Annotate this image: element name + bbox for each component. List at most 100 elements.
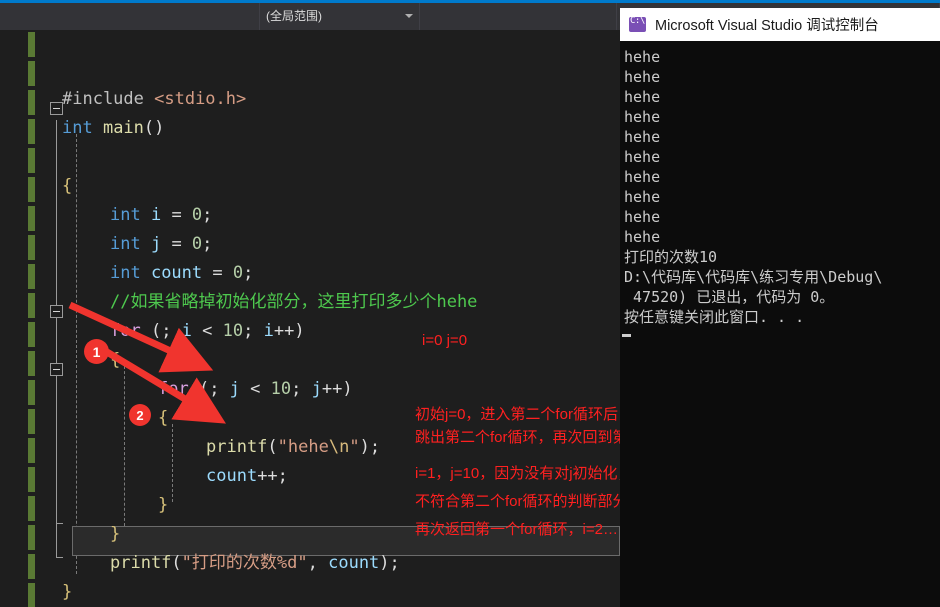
code-token: i: [150, 205, 162, 225]
console-title-text: Microsoft Visual Studio 调试控制台: [655, 18, 879, 34]
console-output-line: D:\代码库\代码库\练习专用\Debug\: [624, 268, 883, 286]
code-line: {: [110, 346, 120, 375]
code-token: printf: [110, 553, 172, 573]
code-line: int j = 0;: [110, 230, 212, 259]
console-app-icon: [629, 16, 646, 32]
code-token: ;: [202, 234, 213, 254]
console-output-line: hehe: [624, 148, 661, 166]
code-token: ;: [202, 205, 213, 225]
code-token: }: [110, 524, 121, 544]
console-output-line: hehe: [624, 128, 661, 146]
code-token: main: [102, 118, 144, 138]
annotation-block-4: 再次返回第一个for循环，i=2……: [415, 521, 633, 538]
code-line: printf("打印的次数%d", count);: [110, 549, 400, 578]
code-token: //如果省略掉初始化部分，这里打印多少个hehe: [110, 292, 478, 312]
scope-dropdown[interactable]: [0, 3, 260, 30]
code-line: }: [110, 520, 120, 549]
code-token: ;: [243, 321, 264, 341]
code-token: }: [62, 582, 73, 602]
code-token: i: [181, 321, 192, 341]
code-line: for (; j < 10; j++): [158, 375, 353, 404]
code-token: =: [161, 205, 192, 225]
code-line: for (; i < 10; i++): [110, 317, 305, 346]
code-token: (;: [198, 379, 230, 399]
code-token: (: [267, 437, 278, 457]
code-token: for: [158, 379, 199, 399]
code-token: j: [311, 379, 322, 399]
code-token: count: [206, 466, 258, 486]
code-line: #include <stdio.h>: [62, 85, 246, 114]
console-output-line: hehe: [624, 208, 661, 226]
code-token: {: [110, 350, 121, 370]
code-token: <stdio.h>: [154, 89, 247, 109]
code-token: int: [110, 263, 151, 283]
console-output-line: 按任意键关闭此窗口. . .: [624, 308, 805, 326]
toolbar-divider: [419, 3, 420, 30]
code-token: (): [143, 118, 165, 138]
code-token: );: [359, 437, 381, 457]
code-token: "打印的次数%d": [181, 553, 308, 573]
code-line: }: [62, 578, 72, 607]
console-output-line: 打印的次数10: [624, 248, 718, 266]
code-line: int i = 0;: [110, 201, 212, 230]
code-token: int: [62, 118, 103, 138]
toolbar-divider-2: [616, 3, 617, 30]
code-token: 0: [232, 263, 244, 283]
annotation-inline-0: i=0 j=0: [422, 332, 468, 349]
code-token: printf: [206, 437, 268, 457]
code-line: }: [158, 491, 168, 520]
member-dropdown-value: (全局范围): [266, 9, 322, 23]
code-token: =: [202, 263, 233, 283]
code-token: "hehe: [277, 437, 329, 457]
console-output-line: hehe: [624, 108, 661, 126]
code-token: \n: [328, 437, 350, 457]
debug-console-window[interactable]: Microsoft Visual Studio 调试控制台 hehehehehe…: [620, 8, 940, 607]
code-token: 0: [191, 234, 203, 254]
console-output-line: hehe: [624, 188, 661, 206]
code-line: count++;: [206, 462, 288, 491]
code-token: ;: [243, 263, 254, 283]
console-output-line: hehe: [624, 68, 661, 86]
code-line: int count = 0;: [110, 259, 253, 288]
code-token: ++): [321, 379, 353, 399]
code-token: int: [110, 234, 151, 254]
console-output-line: hehe: [624, 48, 661, 66]
chevron-down-icon[interactable]: [405, 14, 413, 18]
console-output-line: hehe: [624, 228, 661, 246]
console-title-bar[interactable]: Microsoft Visual Studio 调试控制台: [620, 8, 940, 41]
annotation-badge-1: 1: [84, 339, 109, 364]
code-token: <: [239, 379, 271, 399]
console-output: hehe hehe hehe hehe hehe hehe hehe hehe hehe hehe…: [620, 41, 940, 327]
code-token: (;: [150, 321, 182, 341]
code-token: j: [150, 234, 162, 254]
code-token: 0: [191, 205, 203, 225]
code-token: ++;: [257, 466, 288, 486]
code-token: ;: [291, 379, 312, 399]
code-token: ++): [273, 321, 305, 341]
annotation-badge-2: 2: [129, 404, 151, 426]
visual-studio-window: (全局范围) #include <stdio.h> int main() {i…: [0, 0, 940, 607]
code-token: i: [263, 321, 274, 341]
code-line: printf("hehe\n");: [206, 433, 380, 462]
code-token: 10: [222, 321, 244, 341]
code-token: j: [229, 379, 240, 399]
code-line: {: [158, 404, 168, 433]
code-token: count: [328, 553, 380, 573]
code-token: {: [158, 408, 169, 428]
code-token: {: [62, 176, 73, 196]
code-token: int: [110, 205, 151, 225]
scope-dropdown-value: [0, 9, 6, 23]
code-token: count: [150, 263, 203, 283]
code-line: {: [62, 172, 72, 201]
console-output-line: hehe: [624, 88, 661, 106]
code-line: //如果省略掉初始化部分，这里打印多少个hehe: [110, 288, 477, 317]
code-token: #include: [62, 89, 155, 109]
console-output-line: hehe: [624, 168, 661, 186]
code-line: int main(): [62, 114, 164, 143]
code-token: );: [379, 553, 400, 573]
code-token: }: [158, 495, 169, 515]
code-token: ": [349, 437, 360, 457]
code-token: (: [171, 553, 182, 573]
console-cursor: [622, 334, 631, 337]
code-token: ,: [307, 553, 329, 573]
